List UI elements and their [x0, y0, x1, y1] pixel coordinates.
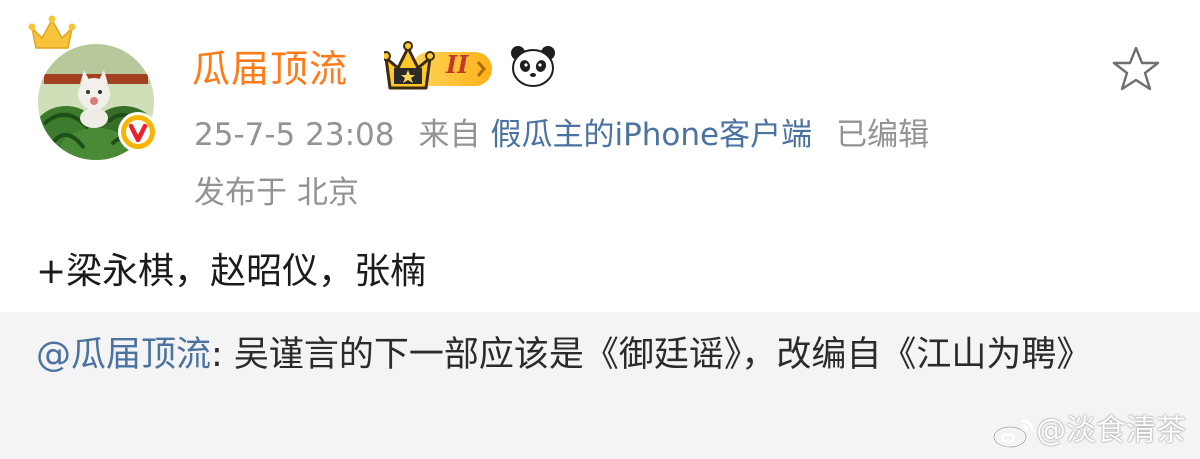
post-meta: 25-7-5 23:08 来自 假瓜主的iPhone客户端 已编辑 [194, 112, 929, 158]
vip-level-label: II [446, 50, 469, 79]
post-content: +梁永棋，赵昭仪，张楠 [36, 251, 427, 292]
vip-crown-badge-icon[interactable] [384, 40, 500, 94]
from-label: 来自 [418, 117, 481, 153]
weibo-logo-icon [992, 419, 1034, 448]
avatar-area[interactable] [28, 14, 158, 160]
repost-body: : 吴谨言的下一部应该是《御廷谣》，改编自《江山为聘》 [211, 335, 1092, 375]
weibo-post: 瓜届顶流 II 25-7-5 23:08 来自 假瓜主的iPhone客户端 已编辑 [0, 0, 1200, 310]
watermark: @淡食清茶 [992, 411, 1186, 451]
mention-link[interactable]: @瓜届顶流 [36, 335, 211, 375]
edited-label[interactable]: 已编辑 [836, 117, 929, 153]
location-label: 发布于 北京 [194, 175, 359, 211]
reposted-content[interactable]: @瓜届顶流: 吴谨言的下一部应该是《御廷谣》，改编自《江山为聘》 @淡食清茶 [0, 312, 1200, 459]
verified-v-icon [118, 112, 158, 152]
crown-icon [28, 15, 76, 49]
panda-icon [511, 46, 555, 87]
source-link[interactable]: 假瓜主的iPhone客户端 [490, 117, 812, 153]
star-outline-icon[interactable] [1110, 44, 1162, 96]
watermark-text: @淡食清茶 [1036, 413, 1186, 448]
timestamp[interactable]: 25-7-5 23:08 [194, 117, 394, 153]
author-name[interactable]: 瓜届顶流 [192, 44, 348, 94]
repost-text: @瓜届顶流: 吴谨言的下一部应该是《御廷谣》，改编自《江山为聘》 [36, 324, 1166, 386]
